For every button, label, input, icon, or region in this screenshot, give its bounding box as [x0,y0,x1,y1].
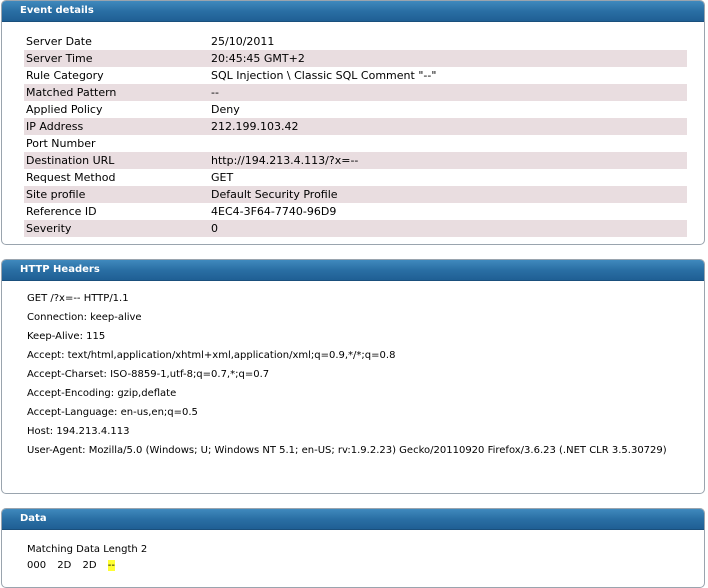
http-header-line: User-Agent: Mozilla/5.0 (Windows; U; Win… [27,445,667,456]
event-detail-key: Rule Category [26,69,104,82]
hex-dump-line: 000 2D 2D -- [27,560,147,572]
event-detail-row: Applied Policy Deny [24,101,687,118]
event-detail-key: Applied Policy [26,103,103,116]
event-detail-row: Site profile Default Security Profile [24,186,687,203]
event-detail-row: Server Date 25/10/2011 [24,33,687,50]
hex-ascii-highlight: -- [107,560,115,571]
event-detail-key: Port Number [26,137,96,150]
http-header-line: GET /?x=-- HTTP/1.1 [27,293,129,304]
http-headers-panel: HTTP Headers GET /?x=-- HTTP/1.1 Connecti… [1,259,705,494]
http-header-line: Host: 194.213.4.113 [27,426,130,437]
http-headers-list: GET /?x=-- HTTP/1.1 Connection: keep-aliv… [27,293,687,464]
event-detail-row: Destination URL http://194.213.4.113/?x=-… [24,152,687,169]
event-detail-value: http://194.213.4.113/?x=-- [209,152,687,169]
event-detail-value: 20:45:45 GMT+2 [209,50,687,67]
event-detail-key: Destination URL [24,152,209,169]
http-header-line: Accept-Language: en-us,en;q=0.5 [27,407,198,418]
event-detail-key: IP Address [24,118,209,135]
event-detail-row: Request Method GET [24,169,687,186]
event-detail-key: Reference ID [26,205,97,218]
event-detail-row: Port Number [24,135,687,152]
event-detail-key: Server Date [26,35,92,48]
hex-byte-2: 2D [82,560,97,571]
event-detail-key: Site profile [24,186,209,203]
hex-offset: 000 [27,560,47,571]
event-detail-row: Severity 0 [24,220,687,237]
http-header-line: Accept-Charset: ISO-8859-1,utf-8;q=0.7,*… [27,369,270,380]
event-detail-value: -- [209,84,687,101]
event-detail-value: 25/10/2011 [211,35,275,48]
hex-byte-1: 2D [57,560,72,571]
event-detail-value: 0 [209,220,687,237]
event-detail-value: SQL Injection \ Classic SQL Comment "--" [211,69,437,82]
event-details-table: Server Date 25/10/2011 Server Time 20:45:45… [24,33,687,237]
data-title: Data [2,509,704,530]
data-body: Matching Data Length 2 000 2D 2D -- [27,544,147,572]
matching-data-length: Matching Data Length 2 [27,544,148,555]
http-header-line: Keep-Alive: 115 [27,331,106,342]
http-header-line: Accept-Encoding: gzip,deflate [27,388,177,399]
event-detail-value: 4EC4-3F64-7740-96D9 [211,205,337,218]
event-detail-row: Reference ID 4EC4-3F64-7740-96D9 [24,203,687,220]
event-details-title: Event details [2,1,704,22]
event-detail-value: 212.199.103.42 [209,118,687,135]
event-detail-value: Default Security Profile [209,186,687,203]
event-detail-key: Request Method [26,171,116,184]
event-detail-key: Matched Pattern [24,84,209,101]
event-detail-value: Deny [211,103,240,116]
http-header-line: Connection: keep-alive [27,312,142,323]
event-detail-row: Rule Category SQL Injection \ Classic SQL… [24,67,687,84]
event-detail-value: GET [211,171,234,184]
event-detail-key: Server Time [24,50,209,67]
event-detail-row: IP Address 212.199.103.42 [24,118,687,135]
http-headers-title: HTTP Headers [2,260,704,281]
data-panel: Data Matching Data Length 2 000 2D 2D -- [1,508,705,588]
event-detail-key: Severity [24,220,209,237]
event-detail-row: Server Time 20:45:45 GMT+2 [24,50,687,67]
http-header-line: Accept: text/html,application/xhtml+xml,… [27,350,396,361]
event-detail-value [209,135,687,152]
event-detail-row: Matched Pattern -- [24,84,687,101]
event-details-panel: Event details Server Date 25/10/2011 Serve… [1,0,705,245]
